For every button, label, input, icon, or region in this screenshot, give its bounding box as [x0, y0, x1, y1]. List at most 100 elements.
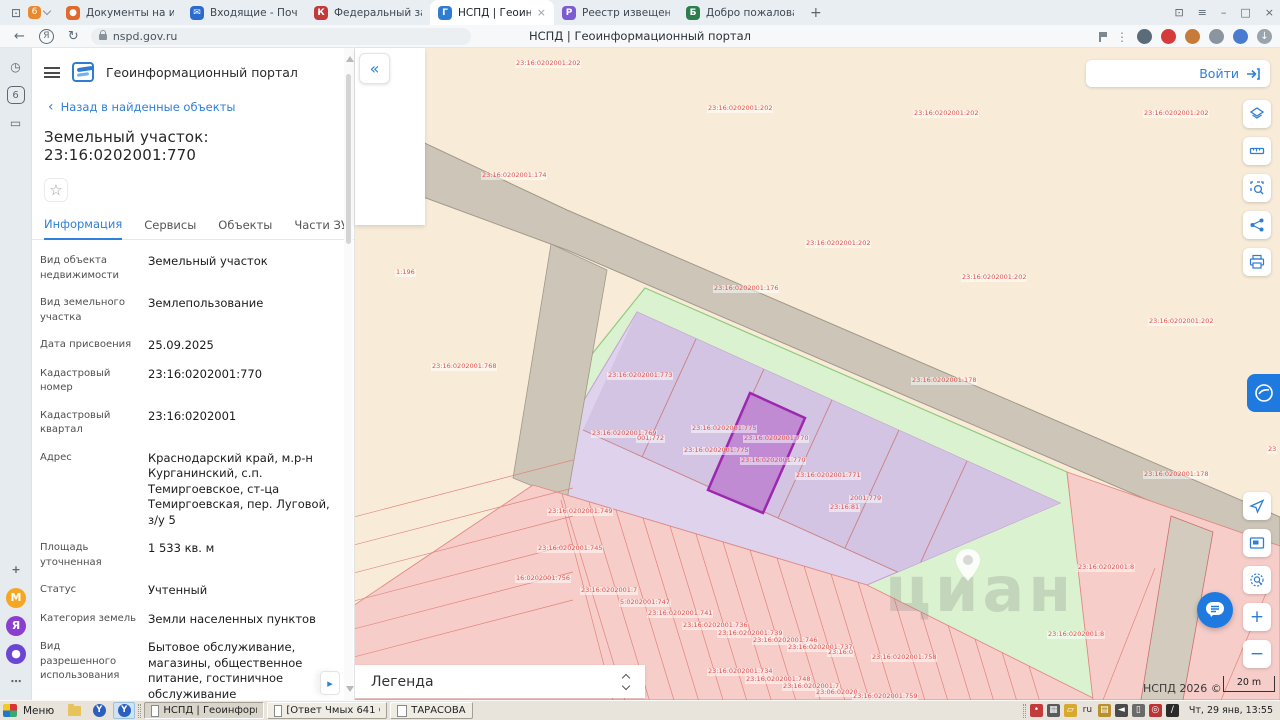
rail-icon[interactable]: ▭: [6, 113, 26, 133]
taskbar-grip: [138, 703, 142, 718]
browser-tab-bar: ⊡ 6 ● Документы на исполнени × ✉ Входящи…: [0, 0, 1280, 25]
panel-scrollbar[interactable]: [344, 48, 354, 700]
tray-icon[interactable]: ◄: [1114, 704, 1128, 717]
attribute-row: Категория земель Земли населенных пункто…: [40, 611, 316, 626]
window-icon: [151, 704, 160, 717]
taskbar-window-button[interactable]: НСПД | Геоинформац...: [144, 702, 265, 719]
layers-icon[interactable]: [1243, 100, 1271, 128]
back-to-results-link[interactable]: ‹ Назад в найденные объекты: [32, 82, 354, 114]
results-subpanel: «: [355, 48, 425, 225]
geolocation-icon[interactable]: [1243, 492, 1271, 520]
quicklaunch-yandex-active[interactable]: Y: [113, 702, 136, 719]
scroll-down-icon[interactable]: [346, 686, 354, 692]
ruler-icon[interactable]: [1243, 137, 1271, 165]
panel-tab[interactable]: Объекты: [218, 218, 272, 239]
tray-icon[interactable]: ◎: [1148, 704, 1162, 717]
tab-group-chip[interactable]: 6: [28, 6, 52, 19]
extension-icon[interactable]: [1137, 29, 1152, 44]
rail-icon[interactable]: ◷: [6, 57, 26, 77]
legend-expand-icon[interactable]: [621, 673, 631, 690]
taskbar-clock[interactable]: Чт, 29 янв, 13:55: [1189, 705, 1273, 716]
tray-icon[interactable]: •: [1029, 704, 1043, 717]
window-control-icon[interactable]: ×: [1265, 6, 1274, 19]
extension-icon[interactable]: [1233, 29, 1248, 44]
close-tab-icon[interactable]: ×: [537, 6, 546, 19]
browser-tab[interactable]: ✉ Входящие - Почта Mail ×: [182, 0, 306, 25]
tab-menu-icon[interactable]: ⋮: [1116, 30, 1128, 44]
attribute-row: Статус Учтенный: [40, 583, 208, 598]
browser-tab[interactable]: Г НСПД | Геоинформаци ×: [430, 0, 554, 25]
login-button[interactable]: Войти: [1086, 60, 1270, 87]
quicklaunch-yandex[interactable]: Y: [88, 702, 110, 719]
scroll-thumb[interactable]: [346, 74, 351, 244]
tray-icon[interactable]: ru: [1081, 704, 1094, 717]
taskbar-window-button[interactable]: [Ответ Чмых 641 СЗЗ...: [267, 702, 388, 719]
tray-icon[interactable]: ▤: [1097, 704, 1111, 717]
attribute-row: Площадь уточненная 1 533 кв. м: [40, 541, 215, 568]
scroll-up-icon[interactable]: [346, 56, 354, 62]
tab-favicon: Р: [562, 5, 576, 20]
chat-button[interactable]: [1197, 592, 1233, 628]
browser-tab[interactable]: К Федеральный закон от 2 ×: [306, 0, 430, 25]
rail-app-icon[interactable]: M: [6, 588, 26, 608]
collapse-panel-button[interactable]: «: [359, 53, 390, 84]
area-search-icon[interactable]: [1243, 174, 1271, 202]
tab-stack-icon[interactable]: ⊡: [6, 6, 26, 20]
start-menu-label[interactable]: Меню: [23, 705, 54, 717]
browser-tab[interactable]: ● Документы на исполнени ×: [58, 0, 182, 25]
browser-tab[interactable]: Б Добро пожаловать - Кур ×: [678, 0, 802, 25]
tray-icon[interactable]: ▱: [1063, 704, 1077, 717]
rail-icon[interactable]: 6: [6, 86, 25, 104]
legend-bar[interactable]: Легенда: [355, 665, 645, 698]
object-info-panel: Геоинформационный портал ‹ Назад в найде…: [32, 48, 391, 720]
yandex-icon: Y: [92, 704, 106, 717]
zoom-out-button[interactable]: −: [1243, 640, 1271, 668]
browser-tab[interactable]: Р Реестр извещений ×: [554, 0, 678, 25]
window-control-icon[interactable]: ⊡: [1174, 6, 1183, 19]
yandex-icon: Y: [117, 704, 131, 717]
panel-tab[interactable]: Информация: [44, 217, 123, 240]
bookmark-flag-icon[interactable]: [1099, 31, 1107, 42]
zoom-in-button[interactable]: +: [1243, 603, 1271, 631]
login-arrow-icon: [1247, 67, 1260, 80]
coordinate-search-icon[interactable]: [1243, 566, 1271, 594]
start-menu-icon[interactable]: [3, 704, 17, 717]
panel-tab[interactable]: Части ЗУ: [294, 218, 347, 239]
favorite-star-icon[interactable]: ☆: [44, 178, 68, 202]
window-control-icon[interactable]: –: [1221, 6, 1227, 19]
rail-app-icon[interactable]: ⋯: [6, 672, 26, 692]
tabs-scroll-right-icon[interactable]: ▸: [320, 671, 340, 695]
window-control-icon[interactable]: □: [1240, 6, 1250, 19]
yandex-badge-icon[interactable]: Я: [38, 28, 54, 44]
window-control-icon[interactable]: ≡: [1198, 6, 1207, 19]
back-icon[interactable]: ←: [14, 29, 25, 44]
new-tab-button[interactable]: +: [810, 5, 822, 21]
nspd-logo-icon: [72, 62, 94, 82]
support-widget-dock[interactable]: [1247, 374, 1280, 412]
extension-icon[interactable]: ↓: [1257, 29, 1272, 44]
panel-tab[interactable]: Сервисы: [144, 218, 196, 239]
attribute-row: Вид земельного участка Землепользование: [40, 296, 264, 323]
print-icon[interactable]: [1243, 248, 1271, 276]
extension-icon[interactable]: [1161, 29, 1176, 44]
quicklaunch-folder[interactable]: [63, 702, 85, 719]
rail-app-icon[interactable]: ●: [6, 644, 26, 664]
tray-icon[interactable]: ▦: [1046, 704, 1060, 717]
window-page-title: НСПД | Геоинформационный портал: [528, 29, 752, 43]
tray-icon[interactable]: ▯: [1131, 704, 1145, 717]
cadastral-map[interactable]: циан Войти + − Легенда НСПД 2026 © 20 m: [355, 48, 1280, 700]
taskbar-window-button[interactable]: ТАРАСОВА: [390, 702, 473, 719]
portal-brand: Геоинформационный портал: [106, 64, 298, 80]
share-icon[interactable]: [1243, 211, 1271, 239]
reload-icon[interactable]: ↻: [68, 29, 79, 44]
menu-icon[interactable]: [44, 66, 60, 78]
extension-icon[interactable]: [1209, 29, 1224, 44]
overview-map-icon[interactable]: [1243, 529, 1271, 557]
rail-app-icon[interactable]: +: [6, 560, 26, 580]
window-icon: [274, 704, 283, 717]
rail-app-icon[interactable]: Я: [6, 616, 26, 636]
system-tray: • ▦ ▱ ru ▤ ◄ ▯ ◎ ∕ Чт, 29 янв, 13:55: [1022, 703, 1277, 718]
tray-icon[interactable]: ∕: [1165, 704, 1179, 717]
tab-favicon: ✉: [190, 5, 204, 20]
extension-icon[interactable]: [1185, 29, 1200, 44]
